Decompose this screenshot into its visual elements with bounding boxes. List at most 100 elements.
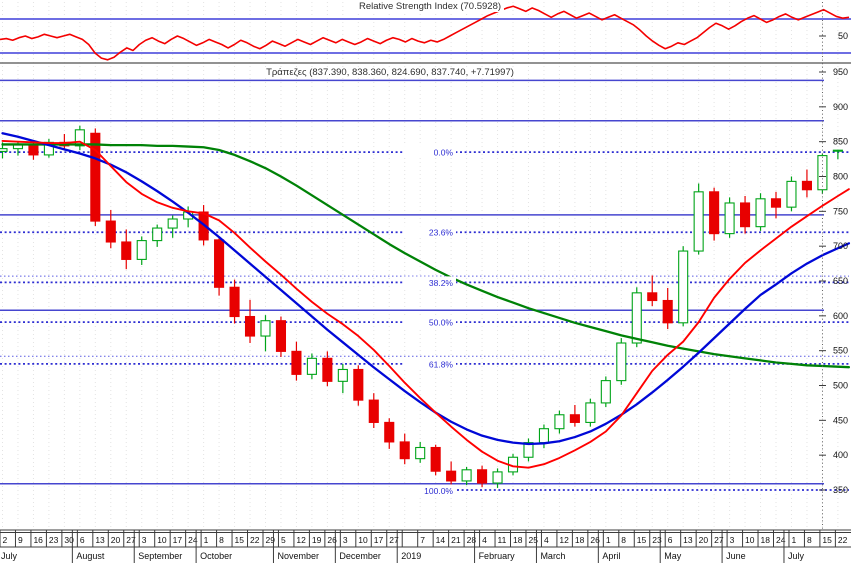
candle	[770, 198, 782, 208]
svg-text:22: 22	[838, 535, 848, 545]
svg-text:May: May	[664, 551, 682, 561]
svg-text:December: December	[339, 551, 381, 561]
candle	[755, 198, 766, 228]
ma-fast-red	[1, 140, 850, 469]
candle	[0, 148, 8, 152]
svg-text:March: March	[540, 551, 565, 561]
svg-text:10: 10	[157, 535, 167, 545]
fibonacci-labels: 0.0% 23.6% 38.2% 50.0% 61.8% 100.0%	[404, 146, 456, 497]
svg-text:8: 8	[807, 535, 812, 545]
svg-text:3: 3	[142, 535, 147, 545]
candle	[229, 286, 240, 318]
svg-text:38.2%: 38.2%	[429, 278, 454, 288]
candle	[801, 180, 812, 191]
svg-text:10: 10	[745, 535, 755, 545]
chart-canvas[interactable]: 0.0%23.6%38.2%50.0%61.8%100.0%5095090085…	[0, 0, 851, 566]
candle	[214, 239, 225, 288]
svg-text:14: 14	[436, 535, 446, 545]
svg-text:4: 4	[544, 535, 549, 545]
candle	[105, 220, 116, 243]
candle	[368, 399, 379, 423]
svg-text:February: February	[479, 551, 516, 561]
svg-text:8: 8	[219, 535, 224, 545]
candle	[786, 180, 797, 208]
candle	[446, 470, 457, 482]
svg-text:July: July	[788, 551, 805, 561]
svg-text:5: 5	[281, 535, 286, 545]
candle	[740, 202, 751, 228]
candle	[337, 368, 348, 382]
candle	[538, 428, 550, 444]
svg-text:7: 7	[420, 535, 425, 545]
svg-text:21: 21	[451, 535, 461, 545]
svg-text:400: 400	[833, 450, 848, 460]
candle	[569, 414, 580, 423]
candle	[631, 292, 642, 344]
candle	[136, 240, 147, 260]
svg-text:9: 9	[18, 535, 23, 545]
candle	[709, 191, 720, 235]
candle	[415, 446, 426, 460]
candle	[600, 380, 611, 404]
charting-window: 0.0% 23.6% 38.2% 50.0% 61.8% 100.0% 50 950 900 85…	[0, 0, 851, 566]
svg-text:19: 19	[312, 535, 322, 545]
svg-text:6: 6	[80, 535, 85, 545]
candle	[647, 292, 658, 302]
svg-text:15: 15	[637, 535, 647, 545]
candle	[477, 469, 488, 484]
candle	[291, 350, 302, 375]
svg-text:September: September	[138, 551, 182, 561]
svg-text:20: 20	[699, 535, 709, 545]
svg-text:15: 15	[235, 535, 245, 545]
candle	[121, 241, 132, 260]
candle	[693, 191, 704, 252]
candle	[244, 315, 256, 337]
svg-text:22: 22	[250, 535, 260, 545]
svg-text:2: 2	[3, 535, 8, 545]
svg-text:2019: 2019	[401, 551, 421, 561]
svg-text:23: 23	[49, 535, 59, 545]
candle	[678, 250, 689, 324]
svg-text:12: 12	[559, 535, 569, 545]
candle	[585, 402, 596, 423]
svg-text:12: 12	[296, 535, 306, 545]
candle	[662, 299, 673, 324]
svg-text:650: 650	[833, 276, 848, 286]
svg-text:3: 3	[730, 535, 735, 545]
svg-text:0.0%: 0.0%	[434, 148, 454, 158]
candle	[353, 368, 364, 401]
svg-text:17: 17	[173, 535, 183, 545]
svg-text:850: 850	[833, 137, 848, 147]
svg-text:18: 18	[513, 535, 523, 545]
candle	[152, 227, 163, 242]
svg-text:23.6%: 23.6%	[429, 228, 454, 238]
candle	[167, 218, 178, 229]
svg-text:16: 16	[33, 535, 43, 545]
svg-text:950: 950	[833, 67, 848, 77]
candle	[832, 149, 843, 152]
svg-text:13: 13	[683, 535, 693, 545]
candle	[90, 132, 101, 222]
svg-text:550: 550	[833, 346, 848, 356]
candle	[384, 421, 395, 443]
svg-text:18: 18	[575, 535, 585, 545]
candle	[399, 441, 410, 460]
svg-text:500: 500	[833, 381, 848, 391]
svg-text:18: 18	[761, 535, 771, 545]
candle	[492, 471, 503, 484]
svg-text:8: 8	[621, 535, 626, 545]
svg-text:4: 4	[482, 535, 487, 545]
svg-text:61.8%: 61.8%	[429, 359, 454, 369]
svg-text:50: 50	[838, 31, 848, 41]
svg-text:July: July	[1, 551, 18, 561]
rsi-indicator-title: Relative Strength Index (70.5928)	[355, 1, 505, 12]
candle	[554, 414, 565, 430]
svg-text:700: 700	[833, 241, 848, 251]
svg-text:900: 900	[833, 102, 848, 112]
svg-text:15: 15	[822, 535, 832, 545]
svg-text:1: 1	[606, 535, 611, 545]
candle	[275, 320, 287, 352]
svg-text:3: 3	[343, 535, 348, 545]
svg-text:20: 20	[111, 535, 121, 545]
svg-text:50.0%: 50.0%	[429, 318, 454, 328]
